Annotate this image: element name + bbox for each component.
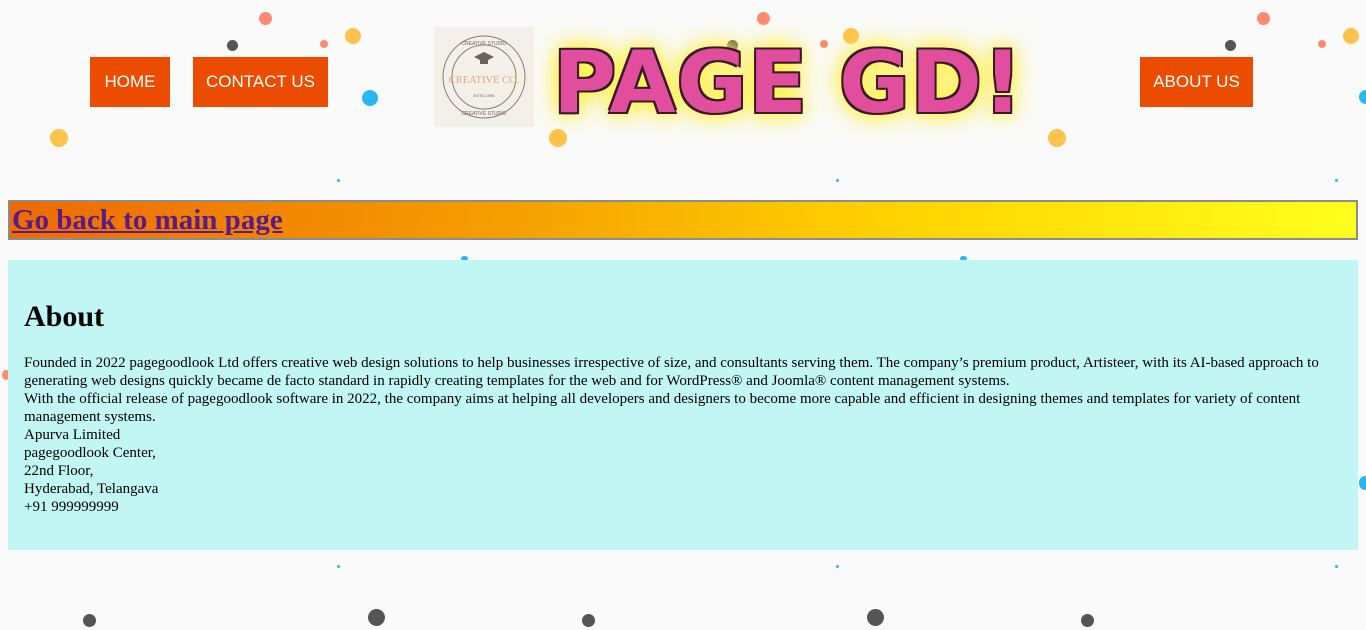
confetti-dot [368,609,385,626]
home-button-label: HOME [104,72,156,91]
confetti-dot [362,90,378,106]
confetti-dot [1225,40,1236,51]
confetti-dot [1359,90,1366,104]
home-button[interactable]: HOME [90,57,170,107]
address-line-2: 22nd Floor, [24,463,94,479]
confetti-dot [337,565,340,568]
address-city: Hyderabad, Telangava [24,481,159,497]
about-us-button-label: ABOUT US [1153,72,1240,91]
confetti-dot [1257,12,1270,25]
logo-ring-bottom: CREATIVE STUDIO [462,111,507,117]
confetti-dot [83,614,96,627]
logo-text: CREATIVE CO. [449,75,520,86]
back-to-main-link[interactable]: Go back to main page [12,204,283,237]
confetti-dot [1335,179,1338,182]
confetti-dot [1081,614,1094,627]
address-line-1: pagegoodlook Center, [24,445,156,461]
address-company: Apurva Limited [24,427,121,443]
logo-ring-top: CREATIVE STUDIO [462,41,507,47]
confetti-dot [337,179,340,182]
contact-us-button[interactable]: CONTACT US [193,57,328,107]
confetti-dot [836,565,839,568]
confetti-dot [757,12,770,25]
confetti-dot [50,129,68,147]
about-section: About Founded in 2022 pagegoodlook Ltd o… [8,260,1358,550]
confetti-dot [345,28,361,44]
logo-est: ESTD 1995 [474,93,495,98]
about-paragraph-1: Founded in 2022 pagegoodlook Ltd offers … [24,355,1319,389]
back-link-bar: Go back to main page [8,200,1358,240]
about-heading: About [24,300,105,333]
page-title: PAGE GD! [553,33,1024,133]
confetti-dot [1343,28,1359,44]
confetti-dot [582,614,595,627]
contact-us-button-label: CONTACT US [206,72,315,91]
confetti-dot [320,40,328,48]
confetti-dot [227,40,238,51]
about-us-button[interactable]: ABOUT US [1140,57,1253,107]
confetti-dot [259,12,272,25]
confetti-dot [1359,476,1366,490]
confetti-dot [1318,40,1326,48]
phone-number: +91 999999999 [24,499,119,515]
logo-badge-icon: CREATIVE CO. ESTD 1995 CREATIVE STUDIO C… [442,35,526,119]
creative-co-logo: CREATIVE CO. ESTD 1995 CREATIVE STUDIO C… [434,27,534,127]
confetti-dot [867,609,884,626]
about-paragraph-2: With the official release of pagegoodloo… [24,391,1301,425]
confetti-dot [836,179,839,182]
confetti-dot [1335,565,1338,568]
